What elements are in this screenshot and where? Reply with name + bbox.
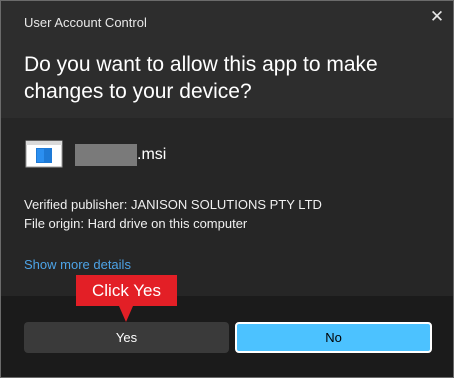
redacted-filename — [75, 144, 137, 166]
close-icon[interactable]: ✕ — [425, 6, 449, 28]
click-yes-callout: Click Yes — [76, 275, 177, 306]
no-button[interactable]: No — [235, 322, 432, 353]
uac-dialog: User Account Control ✕ Do you want to al… — [0, 0, 454, 378]
dialog-body: .msi Verified publisher: JANISON SOLUTIO… — [1, 118, 453, 296]
callout-pointer — [119, 306, 133, 322]
prompt-question: Do you want to allow this app to make ch… — [24, 53, 378, 103]
file-extension: .msi — [137, 146, 167, 163]
show-more-details-link[interactable]: Show more details — [24, 257, 131, 272]
dialog-header: User Account Control ✕ Do you want to al… — [1, 1, 453, 118]
dialog-footer: Yes No — [1, 296, 453, 377]
verified-publisher: Verified publisher: JANISON SOLUTIONS PT… — [24, 197, 322, 212]
dialog-title: User Account Control — [24, 15, 147, 30]
file-origin: File origin: Hard drive on this computer — [24, 216, 248, 231]
installer-package-icon — [25, 140, 63, 168]
yes-button[interactable]: Yes — [24, 322, 229, 353]
